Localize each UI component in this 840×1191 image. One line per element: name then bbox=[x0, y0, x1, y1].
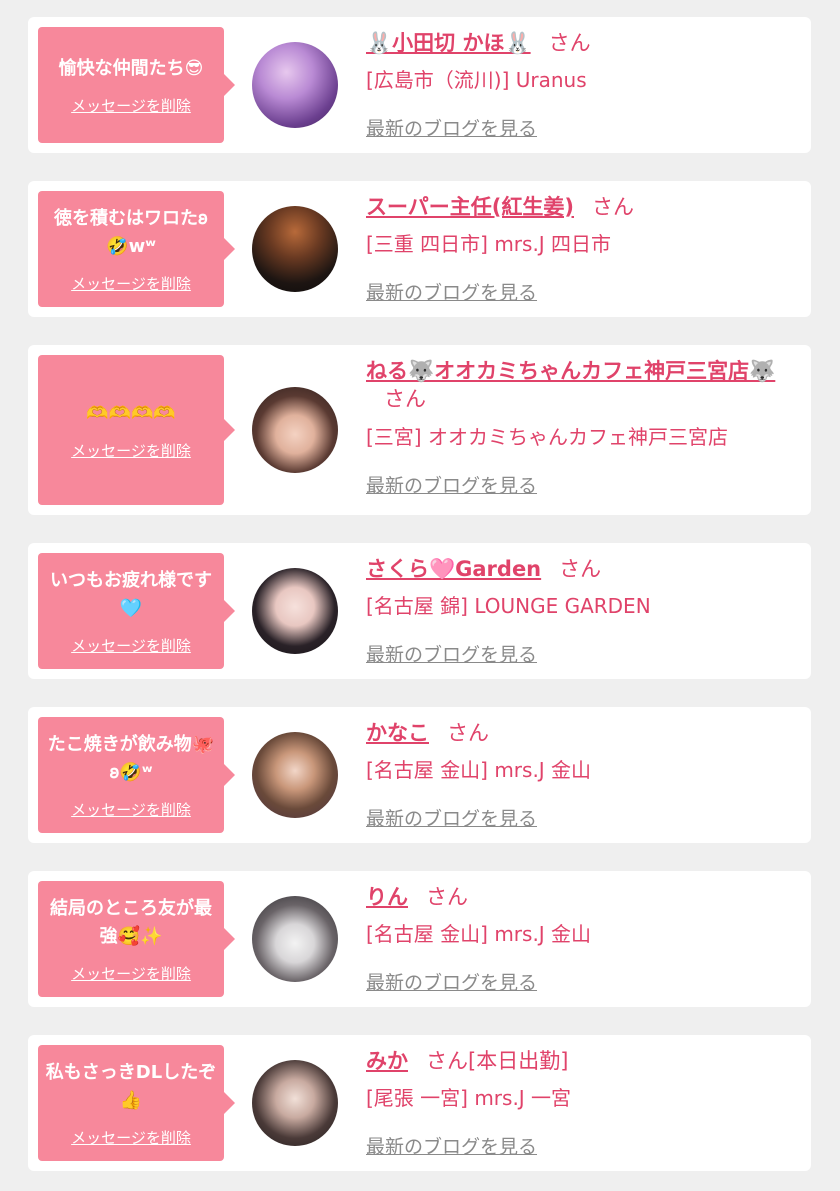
message-text: いつもお疲れ様です🩵 bbox=[50, 569, 212, 619]
message-text: 徳を積むはワロた𐐪🤣wʷ bbox=[54, 207, 208, 257]
delete-message-link[interactable]: メッセージを削除 bbox=[71, 1127, 191, 1148]
list-item: いつもお疲れ様です🩵 メッセージを削除 さくら🩷Garden さん [名古屋 錦]… bbox=[28, 543, 811, 679]
honorific: さん bbox=[592, 195, 634, 219]
profile-name-link[interactable]: さくら🩷Garden bbox=[366, 557, 541, 581]
profile-info: スーパー主任(紅生姜) さん [三重 四日市] mrs.J 四日市 最新のブログを… bbox=[366, 193, 797, 305]
delete-message-link[interactable]: メッセージを削除 bbox=[71, 273, 191, 294]
profile-name-link[interactable]: りん bbox=[366, 885, 408, 909]
list-item: 愉快な仲間たち😎 メッセージを削除 🐰小田切 かほ🐰 さん [広島市（流川)] U… bbox=[28, 17, 811, 153]
message-bubble: いつもお疲れ様です🩵 メッセージを削除 bbox=[38, 553, 235, 669]
message-bubble: たこ焼きが飲み物🐙𐐪🤣ʷ メッセージを削除 bbox=[38, 717, 235, 833]
shop-info: [三宮] オオカミちゃんカフェ神戸三宮店 bbox=[366, 425, 728, 449]
message-text: 🫶🫶🫶🫶 bbox=[86, 402, 176, 424]
avatar[interactable] bbox=[252, 1060, 338, 1146]
honorific: さん bbox=[426, 885, 468, 909]
profile-info: みか さん[本日出勤] [尾張 一宮] mrs.J 一宮 最新のブログを見る bbox=[366, 1047, 797, 1159]
delete-message-link[interactable]: メッセージを削除 bbox=[71, 963, 191, 984]
latest-blog-link[interactable]: 最新のブログを見る bbox=[366, 278, 537, 305]
avatar[interactable] bbox=[252, 732, 338, 818]
delete-message-link[interactable]: メッセージを削除 bbox=[71, 440, 191, 461]
profile-name-link[interactable]: ねる🐺オオカミちゃんカフェ神戸三宮店🐺 bbox=[366, 359, 775, 383]
honorific: さん bbox=[548, 31, 591, 55]
honorific: さん bbox=[559, 557, 602, 581]
latest-blog-link[interactable]: 最新のブログを見る bbox=[366, 114, 537, 141]
profile-info: さくら🩷Garden さん [名古屋 錦] LOUNGE GARDEN 最新のブロ… bbox=[366, 555, 797, 667]
profile-info: かなこ さん [名古屋 金山] mrs.J 金山 最新のブログを見る bbox=[366, 719, 797, 831]
latest-blog-link[interactable]: 最新のブログを見る bbox=[366, 471, 537, 498]
latest-blog-link[interactable]: 最新のブログを見る bbox=[366, 640, 537, 667]
list-item: 私もさっきDLしたぞ👍 メッセージを削除 みか さん[本日出勤] [尾張 一宮] … bbox=[28, 1035, 811, 1171]
shop-info: [広島市（流川)] Uranus bbox=[366, 68, 587, 92]
delete-message-link[interactable]: メッセージを削除 bbox=[71, 95, 191, 116]
avatar[interactable] bbox=[252, 206, 338, 292]
list-item: たこ焼きが飲み物🐙𐐪🤣ʷ メッセージを削除 かなこ さん [名古屋 金山] mrs… bbox=[28, 707, 811, 843]
list-item: 徳を積むはワロた𐐪🤣wʷ メッセージを削除 スーパー主任(紅生姜) さん [三重 … bbox=[28, 181, 811, 317]
message-bubble: 徳を積むはワロた𐐪🤣wʷ メッセージを削除 bbox=[38, 191, 235, 307]
shop-info: [尾張 一宮] mrs.J 一宮 bbox=[366, 1086, 572, 1110]
message-text: たこ焼きが飲み物🐙𐐪🤣ʷ bbox=[47, 733, 215, 783]
favorite-list: 愉快な仲間たち😎 メッセージを削除 🐰小田切 かほ🐰 さん [広島市（流川)] U… bbox=[0, 0, 840, 1171]
message-bubble: 結局のところ友が最強🥰✨ メッセージを削除 bbox=[38, 881, 235, 997]
shop-info: [三重 四日市] mrs.J 四日市 bbox=[366, 232, 612, 256]
profile-name-link[interactable]: みか bbox=[366, 1049, 408, 1073]
shop-info: [名古屋 金山] mrs.J 金山 bbox=[366, 922, 592, 946]
message-text: 私もさっきDLしたぞ👍 bbox=[45, 1061, 217, 1111]
delete-message-link[interactable]: メッセージを削除 bbox=[71, 799, 191, 820]
profile-info: 🐰小田切 かほ🐰 さん [広島市（流川)] Uranus 最新のブログを見る bbox=[366, 29, 797, 141]
avatar[interactable] bbox=[252, 568, 338, 654]
honorific: さん bbox=[447, 721, 489, 745]
profile-name-link[interactable]: かなこ bbox=[366, 721, 429, 745]
profile-info: りん さん [名古屋 金山] mrs.J 金山 最新のブログを見る bbox=[366, 883, 797, 995]
profile-name-link[interactable]: スーパー主任(紅生姜) bbox=[366, 195, 574, 219]
delete-message-link[interactable]: メッセージを削除 bbox=[71, 635, 191, 656]
message-text: 愉快な仲間たち😎 bbox=[58, 57, 204, 79]
list-item: 🫶🫶🫶🫶 メッセージを削除 ねる🐺オオカミちゃんカフェ神戸三宮店🐺 さん [三宮]… bbox=[28, 345, 811, 515]
profile-info: ねる🐺オオカミちゃんカフェ神戸三宮店🐺 さん [三宮] オオカミちゃんカフェ神戸三… bbox=[366, 357, 797, 498]
avatar[interactable] bbox=[252, 42, 338, 128]
message-bubble: 🫶🫶🫶🫶 メッセージを削除 bbox=[38, 355, 235, 505]
latest-blog-link[interactable]: 最新のブログを見る bbox=[366, 968, 537, 995]
message-bubble: 愉快な仲間たち😎 メッセージを削除 bbox=[38, 27, 235, 143]
honorific: さん[本日出勤] bbox=[426, 1049, 569, 1073]
message-bubble: 私もさっきDLしたぞ👍 メッセージを削除 bbox=[38, 1045, 235, 1161]
honorific: さん bbox=[384, 387, 426, 411]
latest-blog-link[interactable]: 最新のブログを見る bbox=[366, 1132, 537, 1159]
avatar[interactable] bbox=[252, 387, 338, 473]
message-text: 結局のところ友が最強🥰✨ bbox=[50, 897, 212, 947]
latest-blog-link[interactable]: 最新のブログを見る bbox=[366, 804, 537, 831]
profile-name-link[interactable]: 🐰小田切 かほ🐰 bbox=[366, 31, 531, 55]
shop-info: [名古屋 錦] LOUNGE GARDEN bbox=[366, 594, 651, 618]
shop-info: [名古屋 金山] mrs.J 金山 bbox=[366, 758, 592, 782]
avatar[interactable] bbox=[252, 896, 338, 982]
list-item: 結局のところ友が最強🥰✨ メッセージを削除 りん さん [名古屋 金山] mrs.… bbox=[28, 871, 811, 1007]
